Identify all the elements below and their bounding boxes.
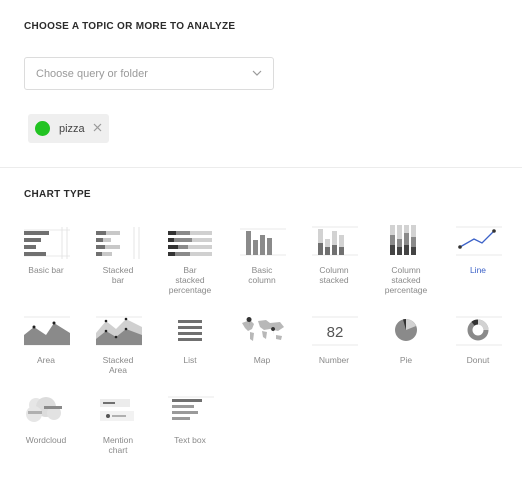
chart-type-label: Text box [174, 435, 206, 445]
chart-type-area[interactable]: Area [15, 315, 77, 365]
text-box-icon [168, 396, 214, 420]
stacked-area-icon [96, 316, 142, 346]
chart-type-label: Stacked Area [102, 355, 134, 375]
chart-type-column-stacked[interactable]: Column stacked [303, 225, 365, 285]
chart-type-column-stacked-percentage[interactable]: Column stacked percentage [375, 225, 437, 295]
chart-type-label: Mention chart [102, 435, 134, 455]
basic-column-icon [240, 228, 286, 256]
chart-type-basic-column[interactable]: Basic column [231, 225, 293, 285]
chart-type-label: Pie [399, 355, 413, 365]
chart-type-label: Column stacked [319, 265, 349, 285]
pie-icon [395, 318, 417, 341]
column-stacked-percentage-icon [390, 225, 416, 255]
chart-type-label: Basic column [248, 265, 276, 285]
chart-type-number[interactable]: 82 Number [303, 315, 365, 365]
chart-type-label: List [183, 355, 197, 365]
chart-type-stacked-bar[interactable]: Stacked bar [87, 225, 149, 285]
chart-type-donut[interactable]: Donut [447, 315, 509, 365]
chart-type-label: Wordcloud [25, 435, 67, 445]
chart-type-section-title: CHART TYPE [24, 189, 91, 200]
chart-type-list[interactable]: List [159, 315, 221, 365]
close-icon[interactable] [92, 122, 103, 133]
section-divider [0, 167, 522, 168]
chart-type-wordcloud[interactable]: Wordcloud [15, 395, 77, 445]
chart-type-pie[interactable]: Pie [375, 315, 437, 365]
topic-tag[interactable]: pizza [28, 114, 109, 143]
list-icon [178, 320, 202, 341]
number-icon: 82 [312, 316, 358, 346]
chart-type-label: Bar stacked percentage [168, 265, 212, 295]
map-icon [242, 317, 284, 341]
chart-type-mention-chart[interactable]: Mention chart [87, 395, 149, 455]
select-placeholder: Choose query or folder [36, 68, 148, 80]
query-folder-select[interactable]: Choose query or folder [24, 57, 274, 90]
chart-type-map[interactable]: Map [231, 315, 293, 365]
chart-type-stacked-area[interactable]: Stacked Area [87, 315, 149, 375]
topic-section-title: CHOOSE A TOPIC OR MORE TO ANALYZE [24, 21, 236, 32]
mention-chart-icon [100, 399, 134, 421]
chart-type-label: Map [253, 355, 271, 365]
topic-color-dot [35, 121, 50, 136]
chart-type-label: Number [318, 355, 350, 365]
topic-tag-label: pizza [59, 123, 85, 135]
donut-icon [456, 316, 502, 346]
chart-type-line[interactable]: Line [447, 225, 509, 275]
chart-type-label: Donut [466, 355, 490, 365]
column-stacked-icon [312, 226, 358, 256]
area-icon [24, 316, 70, 346]
chart-type-label: Stacked bar [102, 265, 134, 285]
chart-type-bar-stacked-percentage[interactable]: Bar stacked percentage [159, 225, 221, 295]
chart-type-text-box[interactable]: Text box [159, 395, 221, 445]
bar-stacked-percentage-icon [168, 231, 212, 256]
basic-bar-icon [24, 227, 70, 259]
chart-type-label: Basic bar [28, 265, 64, 275]
chart-type-label: Column stacked percentage [384, 265, 428, 295]
chart-type-label: Area [37, 355, 55, 365]
chart-type-label: Line [469, 265, 487, 275]
chevron-down-icon [252, 70, 262, 76]
line-icon [456, 226, 502, 256]
wordcloud-icon [26, 397, 62, 422]
svg-text:82: 82 [327, 324, 344, 341]
chart-type-basic-bar[interactable]: Basic bar [15, 225, 77, 275]
stacked-bar-icon [96, 227, 140, 259]
